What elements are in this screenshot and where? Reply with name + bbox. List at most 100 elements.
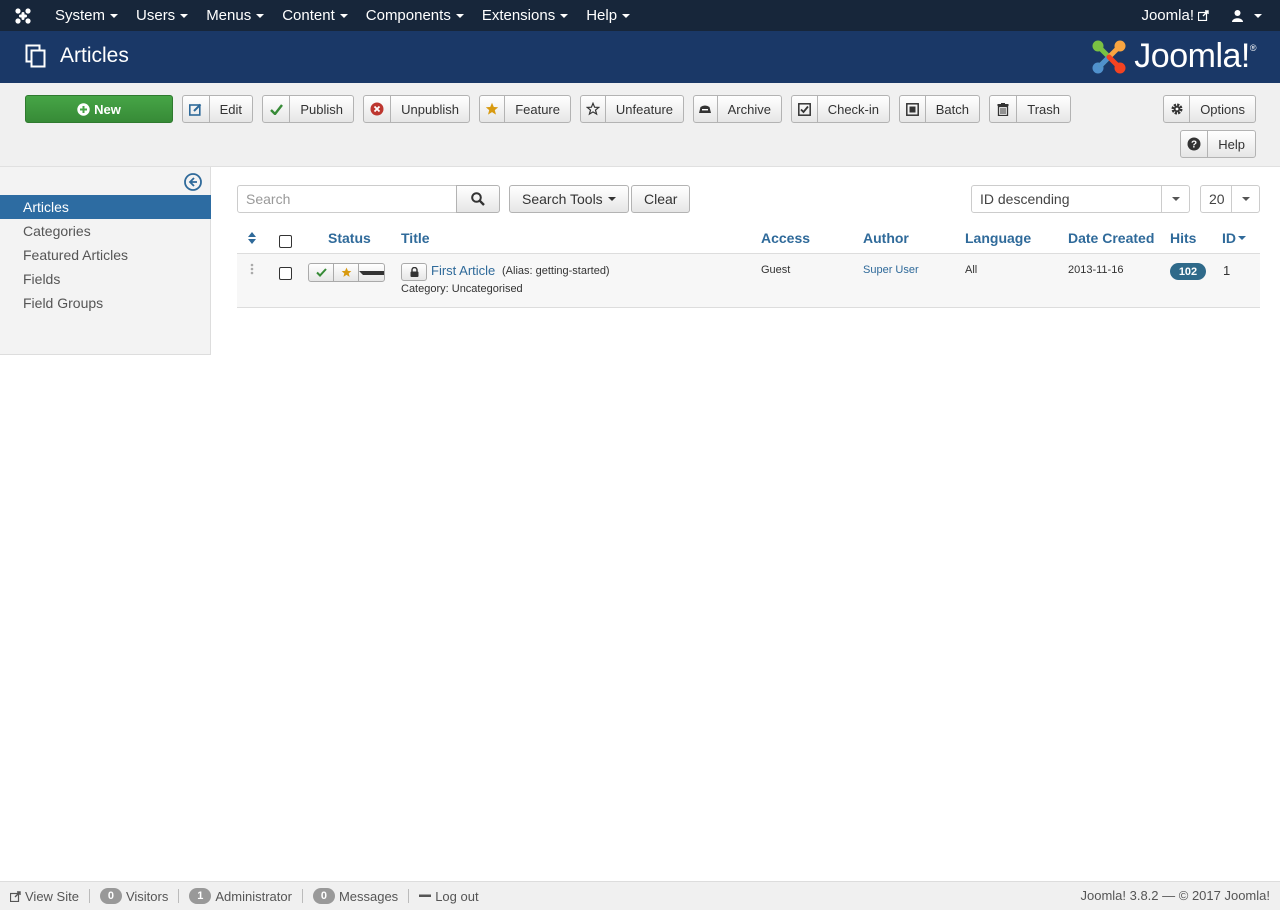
joomla-brand-logo: Joomla!® [1090,37,1257,76]
drag-handle-icon[interactable] [250,263,254,275]
column-hits[interactable]: Hits [1170,222,1196,254]
limit-select[interactable]: 20 [1200,185,1260,213]
admins-count-badge: 1 [189,888,212,904]
ordering-sort-icon[interactable] [248,222,256,254]
edit-button[interactable]: Edit [182,95,253,123]
checkin-button[interactable]: Check-in [791,95,890,123]
column-author[interactable]: Author [863,222,909,254]
top-navbar: System Users Menus Content Components Ex… [0,0,1280,31]
menu-help[interactable]: Help [577,0,639,31]
sort-desc-icon [1238,236,1246,240]
search-input[interactable]: Search [237,185,457,213]
menu-content[interactable]: Content [273,0,357,31]
unpublish-label: Unpublish [401,101,459,117]
edit-label: Edit [219,101,242,117]
column-date-created[interactable]: Date Created [1068,222,1154,254]
sidebar-item-categories[interactable]: Categories [0,219,211,243]
menu-menus[interactable]: Menus [197,0,273,31]
footer-administrators[interactable]: 1 Administrator [179,888,302,904]
caret-down-icon [622,13,631,18]
column-status[interactable]: Status [328,222,371,254]
footer-logout-link[interactable]: Log out [409,889,488,904]
page-header: Articles Joomla!® [0,31,1280,83]
search-tools-button[interactable]: Search Tools [509,185,629,213]
unfeature-button[interactable]: Unfeature [580,95,684,123]
article-access: Guest [761,264,791,276]
sidebar-item-field-groups[interactable]: Field Groups [0,291,211,315]
toolbar: New Edit Publish Unpublish Feature Unfea… [0,83,1280,167]
menu-components[interactable]: Components [357,0,473,31]
collapse-sidebar-icon[interactable] [184,173,202,191]
topnav-right: Joomla! [1129,0,1280,31]
gear-icon [1164,96,1191,122]
brand-text: Joomla!® [1134,37,1256,76]
messages-count-badge: 0 [312,888,335,904]
chevron-down-icon [1161,186,1189,212]
view-site-link[interactable]: Joomla! [1129,7,1221,24]
articles-copy-icon [25,44,46,68]
menu-label: Components [365,7,451,24]
sidebar-item-featured-articles[interactable]: Featured Articles [0,243,211,267]
row-checkbox[interactable] [279,267,292,280]
brand-name: Joomla! [1134,37,1250,75]
new-button[interactable]: New [25,95,173,123]
footer-visitors[interactable]: 0 Visitors [90,888,178,904]
ordering-select[interactable]: ID descending [971,185,1190,213]
admins-label: Administrator [215,888,292,904]
logout-label: Log out [435,888,479,904]
sidebar-menu: Articles Categories Featured Articles Fi… [0,195,211,315]
help-button[interactable]: ? Help [1180,130,1256,158]
sidebar-item-fields[interactable]: Fields [0,267,211,291]
search-button[interactable] [456,185,500,213]
menu-label: Users [136,7,176,24]
batch-button[interactable]: Batch [899,95,980,123]
column-id-label: ID [1222,230,1236,246]
footer-messages[interactable]: 0 Messages [303,888,408,904]
user-menu[interactable] [1221,9,1280,22]
article-language: All [965,264,978,276]
help-label: Help [1218,136,1245,152]
article-category: Category: Uncategorised [401,283,523,295]
joomla-logo-icon[interactable] [0,0,46,31]
trash-button[interactable]: Trash [989,95,1071,123]
article-date-created: 2013-11-16 [1068,264,1124,276]
column-access[interactable]: Access [761,222,810,254]
options-label: Options [1200,101,1245,117]
unpublish-button[interactable]: Unpublish [363,95,470,123]
featured-star-icon[interactable] [334,264,359,281]
article-author-link[interactable]: Super User [863,264,919,276]
edit-icon [183,96,210,122]
clear-button[interactable]: Clear [631,185,691,213]
article-title-link[interactable]: First Article [431,263,495,278]
main-menu: System Users Menus Content Components Ex… [46,0,639,31]
view-site-label: View Site [25,888,79,904]
options-button[interactable]: Options [1163,95,1256,123]
menu-users[interactable]: Users [127,0,197,31]
caret-down-icon [339,13,348,18]
select-all-checkbox[interactable] [279,222,292,254]
actions-dropdown-icon[interactable] [359,264,384,281]
column-title[interactable]: Title [401,222,430,254]
registered-mark: ® [1249,43,1257,53]
column-language[interactable]: Language [965,222,1031,254]
menu-extensions[interactable]: Extensions [473,0,577,31]
star-outline-icon [581,96,606,122]
article-alias: (Alias: getting-started) [502,265,610,277]
archive-button[interactable]: Archive [693,95,782,123]
column-id[interactable]: ID [1222,222,1246,254]
published-check-icon[interactable] [309,264,334,281]
publish-button[interactable]: Publish [262,95,354,123]
footer-view-site-link[interactable]: View Site [0,889,89,904]
menu-label: Menus [206,7,252,24]
question-circle-icon: ? [1181,131,1209,157]
visitors-count-badge: 0 [99,888,122,904]
checked-out-lock-icon[interactable] [401,263,427,281]
feature-button[interactable]: Feature [479,95,571,123]
sidebar-item-articles[interactable]: Articles [0,195,211,219]
search-tools-label: Search Tools [522,191,603,207]
archive-label: Archive [727,101,771,117]
article-id: 1 [1223,263,1231,278]
checkbox-checked-icon [792,96,818,122]
menu-system[interactable]: System [46,0,127,31]
archive-icon [694,96,718,122]
